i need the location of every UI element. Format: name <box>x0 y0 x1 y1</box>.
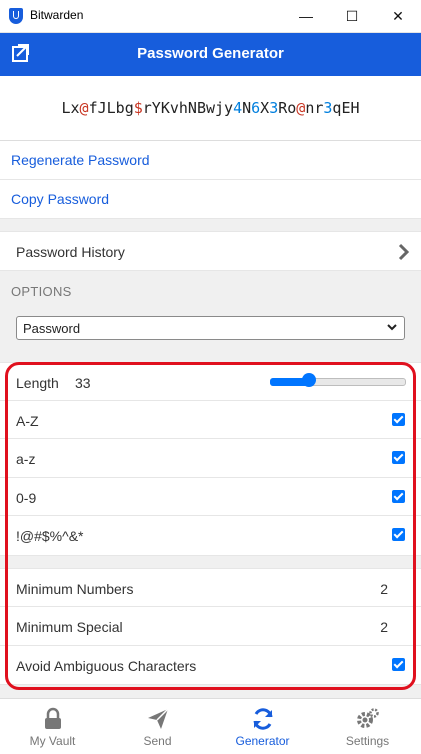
length-label: Length <box>16 375 59 391</box>
avoid-ambiguous-checkbox[interactable] <box>392 658 405 671</box>
window-titlebar: Bitwarden — ☐ ✕ <box>0 0 421 33</box>
digits-label: 0-9 <box>16 490 37 506</box>
minimum-special-value[interactable]: 2 <box>380 619 388 635</box>
minimize-button[interactable]: — <box>283 0 329 32</box>
password-segment: rYKvhNBwjy <box>142 99 234 117</box>
special-checkbox[interactable] <box>392 528 405 541</box>
password-segment: @ <box>79 99 89 117</box>
maximize-button[interactable]: ☐ <box>329 0 375 32</box>
window-title: Bitwarden <box>30 8 84 22</box>
digits-row[interactable]: 0-9 <box>0 478 421 516</box>
generator-type-select[interactable]: Password <box>16 316 405 340</box>
avoid-ambiguous-label: Avoid Ambiguous Characters <box>16 658 197 674</box>
special-row[interactable]: !@#$%^&* <box>0 516 421 556</box>
tab-generator-label: Generator <box>235 734 290 748</box>
tab-generator[interactable]: Generator <box>210 699 315 754</box>
uppercase-label: A-Z <box>16 413 39 429</box>
digits-checkbox[interactable] <box>392 490 405 503</box>
close-button[interactable]: ✕ <box>375 0 421 32</box>
tab-my-vault[interactable]: My Vault <box>0 699 105 754</box>
password-segment: 6 <box>251 99 261 117</box>
password-segment: $ <box>133 99 143 117</box>
options-section-label: OPTIONS <box>11 284 72 299</box>
password-segment: 4 <box>233 99 243 117</box>
password-segment: qEH <box>332 99 360 117</box>
gears-icon <box>356 708 379 728</box>
length-value: 33 <box>75 375 91 391</box>
tab-send-label: Send <box>143 734 172 748</box>
uppercase-row[interactable]: A-Z <box>0 401 421 439</box>
lowercase-row[interactable]: a-z <box>0 439 421 478</box>
regenerate-password-button[interactable]: Regenerate Password <box>0 141 421 180</box>
tab-settings[interactable]: Settings <box>315 699 420 754</box>
bitwarden-shield-icon <box>9 8 23 24</box>
minimum-special-label: Minimum Special <box>16 619 123 635</box>
password-segment: 3 <box>269 99 279 117</box>
app-header: Password Generator <box>0 33 421 76</box>
password-segment: fJLbg <box>88 99 134 117</box>
avoid-ambiguous-row[interactable]: Avoid Ambiguous Characters <box>0 646 421 685</box>
tab-send[interactable]: Send <box>105 699 210 754</box>
length-slider-thumb[interactable] <box>301 373 316 387</box>
password-segment: @ <box>296 99 306 117</box>
minimum-numbers-row[interactable]: Minimum Numbers 2 <box>0 568 421 607</box>
generated-password: Lx @ fJLbg $ rYKvhNBwjy 4 N 6 X 3 Ro @ nr 3 qEH <box>0 76 421 141</box>
password-history-label: Password History <box>16 244 125 260</box>
paper-plane-icon <box>147 708 169 729</box>
password-segment: 3 <box>323 99 333 117</box>
lock-icon <box>44 707 61 729</box>
tab-settings-label: Settings <box>345 734 390 748</box>
password-segment: Ro <box>278 99 297 117</box>
regenerate-password-label: Regenerate Password <box>11 152 150 168</box>
copy-password-label: Copy Password <box>11 191 110 207</box>
uppercase-checkbox[interactable] <box>392 413 405 426</box>
password-segment: X <box>260 99 270 117</box>
minimum-numbers-value[interactable]: 2 <box>380 581 388 597</box>
minimum-numbers-label: Minimum Numbers <box>16 581 134 597</box>
password-segment: nr <box>305 99 324 117</box>
copy-password-button[interactable]: Copy Password <box>0 180 421 219</box>
chevron-right-icon <box>398 243 410 261</box>
page-title: Password Generator <box>137 45 284 62</box>
refresh-icon <box>253 708 272 730</box>
lowercase-label: a-z <box>16 451 36 467</box>
password-segment: N <box>242 99 252 117</box>
lowercase-checkbox[interactable] <box>392 451 405 464</box>
password-segment: Lx <box>61 99 80 117</box>
special-label: !@#$%^&* <box>16 528 84 544</box>
minimum-special-row[interactable]: Minimum Special 2 <box>0 607 421 646</box>
password-history-row[interactable]: Password History <box>0 231 421 271</box>
generator-type-value: Password <box>23 321 81 336</box>
bottom-tab-bar: My Vault Send Generator Settings <box>0 698 421 754</box>
tab-my-vault-label: My Vault <box>29 734 76 748</box>
chevron-down-icon <box>387 324 397 331</box>
